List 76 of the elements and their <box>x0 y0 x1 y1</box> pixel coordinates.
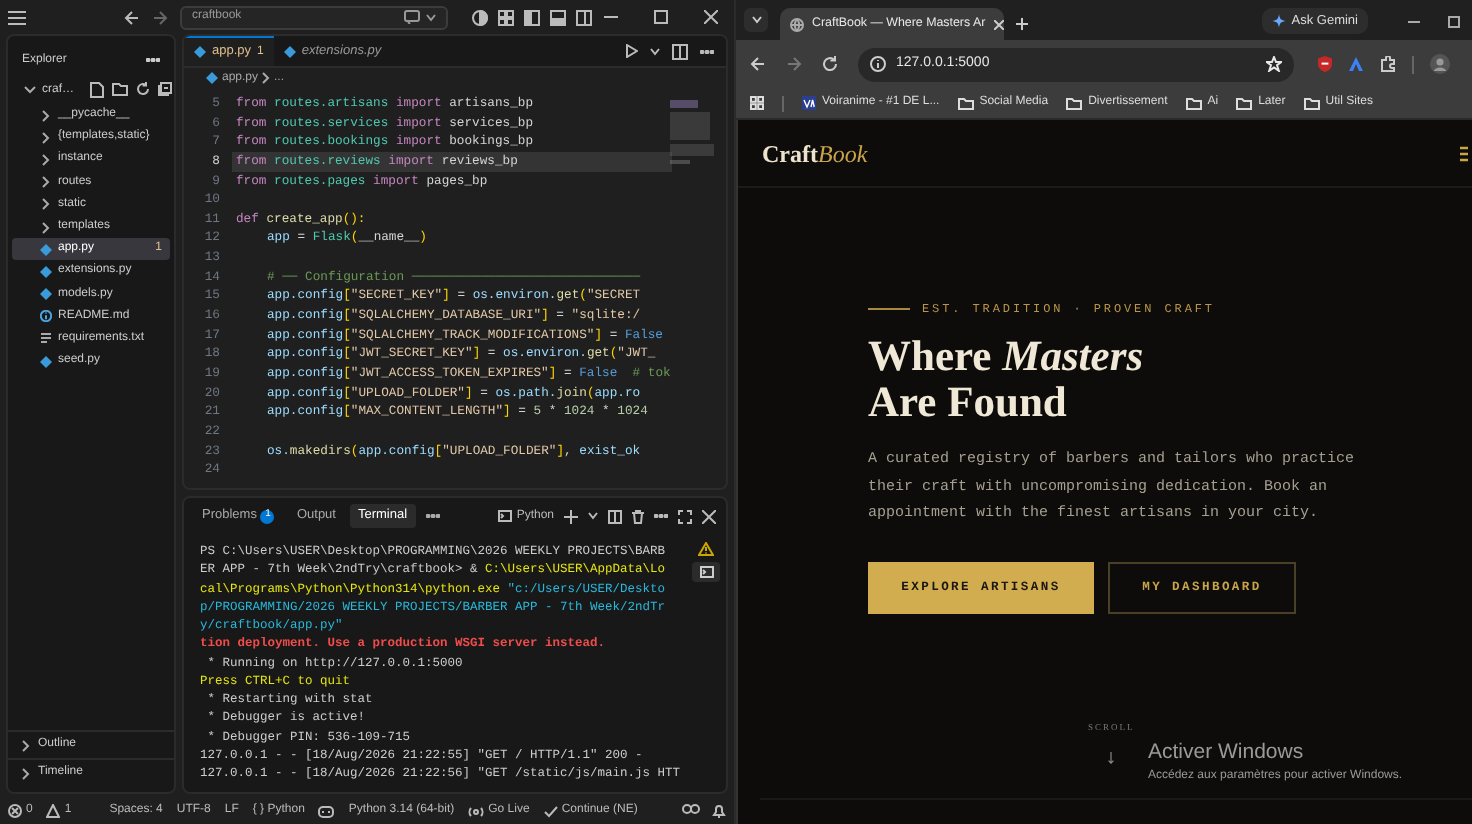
plus-icon[interactable] <box>564 509 578 523</box>
hero-heading: Where Masters Are Found <box>868 334 1146 426</box>
bell-icon[interactable] <box>712 804 726 818</box>
folder-icon <box>957 97 974 109</box>
folder-icon <box>1303 97 1320 109</box>
extension-icon[interactable] <box>1348 56 1364 72</box>
new-file-icon[interactable] <box>90 82 105 98</box>
trash-icon[interactable] <box>632 509 644 523</box>
file-icon <box>194 46 206 58</box>
menu-icon[interactable] <box>8 9 26 25</box>
info-icon <box>40 310 52 323</box>
file-icon <box>283 45 296 57</box>
file-icon <box>206 72 218 84</box>
sparkle-icon <box>1271 14 1286 28</box>
error-icon <box>8 804 22 818</box>
puzzle-icon[interactable] <box>1380 56 1396 72</box>
chevron-right-icon <box>20 767 32 779</box>
folder-icon <box>1185 97 1202 109</box>
menu-icon[interactable] <box>1460 145 1468 161</box>
logo[interactable]: CraftBook <box>762 135 868 171</box>
activation-title: Activer Windows <box>1148 740 1306 764</box>
globe-icon <box>790 17 804 31</box>
warning-icon[interactable] <box>698 542 714 556</box>
avatar-icon[interactable] <box>1430 54 1450 74</box>
star-icon[interactable] <box>1266 56 1282 72</box>
sidebar-toggle-icon[interactable] <box>524 9 540 25</box>
folder-icon <box>1236 97 1253 109</box>
site-favicon-icon <box>802 96 816 110</box>
new-tab-icon[interactable] <box>1016 18 1028 30</box>
tab-list-button[interactable] <box>744 8 768 32</box>
forward-icon[interactable] <box>151 9 168 25</box>
caret-icon[interactable] <box>588 512 598 520</box>
minimize-icon[interactable] <box>604 10 618 24</box>
caret-icon <box>426 13 436 21</box>
split-editor-icon[interactable] <box>672 43 688 59</box>
close-icon[interactable] <box>993 19 1004 29</box>
panel-toggle-icon[interactable] <box>550 9 566 25</box>
minimize-icon[interactable] <box>1408 16 1420 28</box>
chevron-down-icon <box>24 84 36 96</box>
site-info-icon <box>870 56 886 72</box>
copilot-icon <box>318 804 335 818</box>
apps-icon[interactable] <box>750 96 764 110</box>
chat-icon <box>404 10 420 24</box>
new-folder-icon[interactable] <box>112 82 129 96</box>
maximize-icon[interactable] <box>1448 16 1460 28</box>
grid-icon[interactable] <box>498 9 514 25</box>
maximize-icon[interactable] <box>654 10 668 24</box>
terminal-icon <box>498 510 513 522</box>
shield-icon[interactable] <box>1318 56 1332 72</box>
file-icon <box>40 355 52 368</box>
close-icon[interactable] <box>704 10 718 24</box>
close-icon[interactable] <box>702 509 716 523</box>
check-icon <box>543 805 558 817</box>
broadcast-icon <box>468 805 485 817</box>
split-icon[interactable] <box>608 509 622 523</box>
back-icon[interactable] <box>123 9 140 25</box>
caret-icon[interactable] <box>650 47 660 55</box>
contrast-icon[interactable] <box>472 9 488 25</box>
terminal-icon <box>699 566 713 578</box>
folder-icon <box>1066 97 1083 109</box>
collapse-icon[interactable] <box>158 82 173 96</box>
caret-icon <box>751 16 761 24</box>
warning-icon <box>46 804 61 818</box>
chevron-right-icon <box>20 739 32 751</box>
maximize-panel-icon[interactable] <box>678 509 692 523</box>
chevron-right-icon <box>262 72 271 84</box>
reload-icon[interactable] <box>822 56 838 72</box>
down-arrow-icon <box>1108 751 1115 764</box>
forward-icon[interactable] <box>786 56 802 72</box>
back-icon[interactable] <box>750 56 766 72</box>
lines-icon <box>40 332 52 345</box>
refresh-icon[interactable] <box>136 82 151 96</box>
terminal-instance-button[interactable] <box>692 562 720 582</box>
run-icon[interactable] <box>626 44 638 58</box>
secondary-sidebar-icon[interactable] <box>576 9 592 25</box>
link-icon[interactable] <box>682 804 700 814</box>
